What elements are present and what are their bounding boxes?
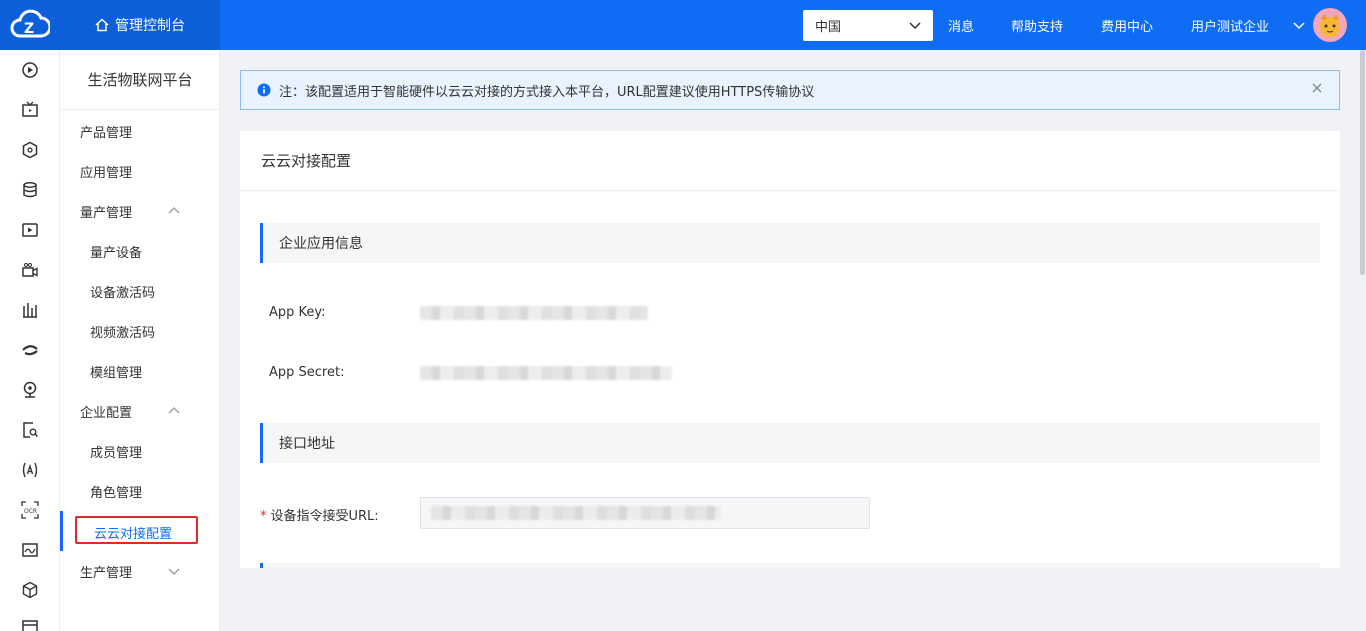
section-next <box>260 563 1320 568</box>
platform-title: 生活物联网平台 <box>60 50 220 110</box>
chevron-down-icon <box>168 568 180 575</box>
sidebar-item-label: 角色管理 <box>90 485 143 501</box>
region-select[interactable]: 中国 <box>803 10 933 41</box>
icon-rail: OCR <box>0 50 60 631</box>
info-notice: 注：该配置适用于智能硬件以云云对接的方式接入本平台，URL配置建议使用HTTPS… <box>240 70 1340 110</box>
cloud-logo-icon: Z <box>10 9 50 38</box>
sidebar-item-label: 云云对接配置 <box>94 526 173 542</box>
top-bar: Z 管理控制台 中国 消息 帮助支持 费用中心 用户测试企业 <box>0 0 1366 50</box>
eye-swoosh-icon[interactable] <box>20 340 40 360</box>
app-key-value-redacted <box>420 306 648 320</box>
page-scrollbar[interactable] <box>1359 50 1366 631</box>
doc-search-icon[interactable] <box>20 420 40 440</box>
brand-logo[interactable]: Z <box>0 0 60 50</box>
svg-text:OCR: OCR <box>24 508 37 515</box>
chevron-up-icon <box>168 407 180 414</box>
app-key-label: App Key: <box>269 305 326 320</box>
sidebar-item-app-management[interactable]: 应用管理 <box>60 151 220 191</box>
svg-text:Z: Z <box>24 21 34 37</box>
face-scan-icon[interactable] <box>20 460 40 480</box>
chevron-down-icon[interactable] <box>1292 18 1306 32</box>
sidebar-item-video-activation-code[interactable]: 视频激活码 <box>60 311 220 351</box>
play-circle-icon[interactable] <box>20 60 40 80</box>
sidebar-item-enterprise-config[interactable]: 企业配置 <box>60 391 220 431</box>
sidebar-item-label: 量产管理 <box>80 205 133 221</box>
section-enterprise-app-info: 企业应用信息 <box>260 223 1320 263</box>
sidebar-item-mass-devices[interactable]: 量产设备 <box>60 231 220 271</box>
section-interface-address: 接口地址 <box>260 423 1320 463</box>
sidebar-item-label: 模组管理 <box>90 365 143 381</box>
url-value-redacted <box>431 506 721 520</box>
sidebar-item-module-management[interactable]: 模组管理 <box>60 351 220 391</box>
close-icon[interactable] <box>1311 82 1323 94</box>
card-title: 云云对接配置 <box>240 131 1340 191</box>
notice-text: 注：该配置适用于智能硬件以云云对接的方式接入本平台，URL配置建议使用HTTPS… <box>279 84 815 100</box>
sidebar-item-cloud-docking-config[interactable]: 云云对接配置 <box>60 511 220 551</box>
scrollbar-thumb[interactable] <box>1360 50 1365 275</box>
sidebar-item-label: 生产管理 <box>80 565 133 581</box>
sidebar-item-label: 企业配置 <box>80 405 133 421</box>
cat-avatar-icon <box>1320 14 1340 37</box>
sidebar-item-member-management[interactable]: 成员管理 <box>60 431 220 471</box>
sidebar-item-label: 成员管理 <box>90 445 143 461</box>
billing-center-link[interactable]: 费用中心 <box>1101 0 1153 50</box>
home-icon <box>95 18 109 32</box>
sidebar-item-label: 量产设备 <box>90 245 143 261</box>
sidebar-item-mass-production[interactable]: 量产管理 <box>60 191 220 231</box>
sidebar-item-label: 视频激活码 <box>90 325 156 341</box>
tv-icon[interactable] <box>20 100 40 120</box>
ocr-icon[interactable]: OCR <box>20 500 40 520</box>
map-icon[interactable] <box>20 540 40 560</box>
app-secret-label: App Secret: <box>269 365 345 380</box>
sidebar-item-device-activation-code[interactable]: 设备激活码 <box>60 271 220 311</box>
console-label: 管理控制台 <box>115 18 185 34</box>
cube-icon[interactable] <box>20 580 40 600</box>
side-menu: 生活物联网平台 产品管理 应用管理 量产管理 量产设备 设备激活码 视频激活码 … <box>60 50 220 631</box>
sidebar-item-label: 应用管理 <box>80 165 133 181</box>
region-value: 中国 <box>815 20 842 35</box>
sidebar-item-label: 设备激活码 <box>90 285 156 301</box>
messages-link[interactable]: 消息 <box>948 0 974 50</box>
hexagon-icon[interactable] <box>20 140 40 160</box>
required-asterisk: * <box>260 509 267 524</box>
url-field-label: * 设备指令接受URL: <box>260 505 379 524</box>
chart-bars-icon[interactable] <box>20 300 40 320</box>
webcam-icon[interactable] <box>20 380 40 400</box>
device-command-url-input[interactable] <box>420 497 870 529</box>
url-label-text: 设备指令接受URL: <box>270 509 379 524</box>
config-card: 云云对接配置 企业应用信息 App Key: App Secret: 接口地址 … <box>240 131 1340 568</box>
video-frame-icon[interactable] <box>20 220 40 240</box>
info-icon <box>257 83 271 97</box>
app-secret-value-redacted <box>420 366 672 380</box>
sidebar-item-role-management[interactable]: 角色管理 <box>60 471 220 511</box>
camera-icon[interactable] <box>20 260 40 280</box>
sidebar-item-label: 产品管理 <box>80 125 133 141</box>
console-button[interactable]: 管理控制台 <box>60 0 220 50</box>
sidebar-item-production-management[interactable]: 生产管理 <box>60 551 220 591</box>
chevron-down-icon <box>909 21 921 29</box>
sidebar-item-product-management[interactable]: 产品管理 <box>60 111 220 151</box>
panel-icon[interactable] <box>20 618 40 631</box>
user-account-link[interactable]: 用户测试企业 <box>1191 0 1269 50</box>
avatar[interactable] <box>1313 8 1347 42</box>
help-support-link[interactable]: 帮助支持 <box>1011 0 1063 50</box>
database-icon[interactable] <box>20 180 40 200</box>
chevron-up-icon <box>168 207 180 214</box>
